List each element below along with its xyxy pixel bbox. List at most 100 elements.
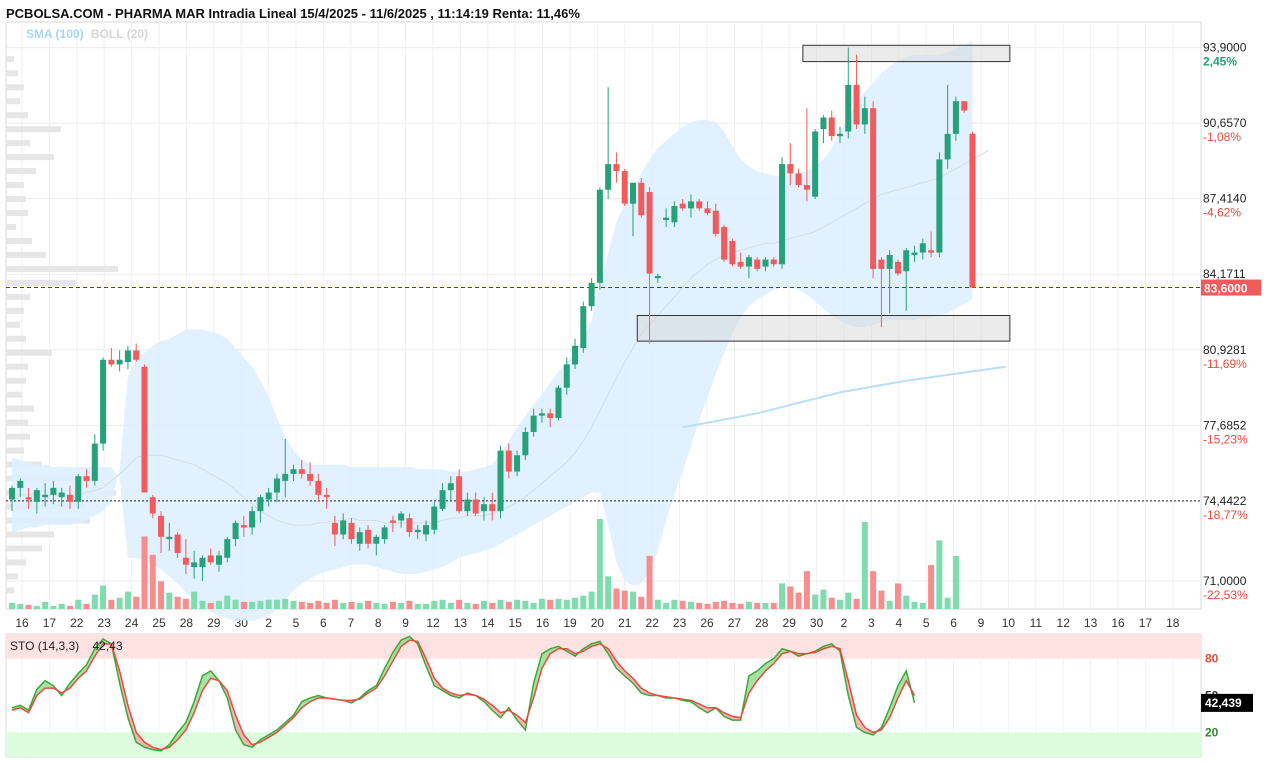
candle-body xyxy=(754,259,761,269)
volume-bar xyxy=(17,603,24,609)
volume-profile-bar xyxy=(6,447,24,454)
candle-body xyxy=(232,522,239,540)
volume-bar xyxy=(770,602,777,609)
candle-body xyxy=(456,476,463,512)
candle-body xyxy=(191,562,198,568)
volume-profile-bar xyxy=(6,70,18,77)
candle-body xyxy=(423,525,429,535)
x-tick-label: 29 xyxy=(207,616,221,630)
volume-bar xyxy=(216,600,222,609)
candle-body xyxy=(290,469,297,474)
volume-profile-bar xyxy=(6,210,28,217)
volume-bar xyxy=(273,599,280,609)
volume-bar xyxy=(406,600,413,609)
volume-profile-bar xyxy=(6,279,76,286)
volume-bar xyxy=(886,600,893,609)
volume-bar xyxy=(514,599,521,609)
candle-body xyxy=(911,252,918,255)
candle-body xyxy=(108,359,115,365)
volume-profile-bar xyxy=(6,84,24,91)
x-tick-label: 16 xyxy=(15,616,29,630)
y-tick-label: 74,4422 xyxy=(1203,494,1247,508)
volume-bar xyxy=(911,601,918,609)
candle-body xyxy=(679,203,686,209)
candle-body xyxy=(928,250,935,253)
candle-body xyxy=(340,520,347,535)
volume-bar xyxy=(522,600,529,609)
candle-body xyxy=(497,450,504,512)
candle-body xyxy=(770,259,777,265)
candle-body xyxy=(505,450,512,472)
volume-bar xyxy=(232,599,239,609)
volume-bar xyxy=(596,519,603,609)
x-tick-label: 16 xyxy=(1111,616,1125,630)
x-tick-label: 19 xyxy=(563,616,577,630)
x-tick-label: 6 xyxy=(320,616,327,630)
candle-body xyxy=(323,494,330,498)
y-tick-percent: -11,69% xyxy=(1203,357,1247,371)
candle-body xyxy=(489,504,496,512)
volume-bar xyxy=(365,600,372,609)
candle-body xyxy=(25,497,32,500)
candle-body xyxy=(42,494,49,498)
volume-bar xyxy=(50,605,57,609)
volume-bar xyxy=(116,597,123,609)
candle-body xyxy=(712,210,719,234)
volume-bar xyxy=(754,602,761,609)
volume-bar xyxy=(919,602,926,609)
volume-bar xyxy=(182,598,189,609)
candle-body xyxy=(572,345,579,365)
volume-bar xyxy=(423,603,429,609)
y-tick-percent: -22,53% xyxy=(1203,588,1248,602)
volume-bar xyxy=(605,576,612,609)
x-tick-label: 22 xyxy=(646,616,660,630)
x-tick-label: 8 xyxy=(375,616,382,630)
candle-body xyxy=(886,254,893,269)
candle-body xyxy=(837,133,843,137)
x-tick-label: 15 xyxy=(509,616,523,630)
legend-bollinger[interactable]: BOLL (20) xyxy=(91,27,148,41)
y-tick-percent: -1,08% xyxy=(1203,130,1241,144)
volume-bar xyxy=(265,599,272,609)
volume-bar xyxy=(803,571,810,609)
volume-bar xyxy=(249,601,256,609)
candle-body xyxy=(538,413,545,416)
candle-body xyxy=(257,497,264,512)
volume-bar xyxy=(944,597,951,609)
volume-bar xyxy=(447,602,454,609)
candle-body xyxy=(621,171,628,204)
volume-bar xyxy=(497,599,504,609)
volume-bar xyxy=(25,604,32,609)
candle-body xyxy=(174,534,181,554)
volume-bar xyxy=(745,601,752,609)
volume-bar xyxy=(91,594,98,609)
volume-bar xyxy=(282,598,289,609)
candle-body xyxy=(903,250,910,272)
volume-bar xyxy=(42,601,49,609)
candle-body xyxy=(969,133,976,288)
volume-bar xyxy=(630,591,636,609)
candle-body xyxy=(298,469,305,474)
candle-body xyxy=(762,259,769,267)
candle-body xyxy=(588,282,595,307)
x-tick-label: 24 xyxy=(125,616,139,630)
volume-profile-bar xyxy=(6,545,42,552)
candle-body xyxy=(124,350,131,363)
candle-body xyxy=(282,473,289,481)
volume-bar xyxy=(646,555,653,609)
candle-body xyxy=(812,131,819,197)
candle-body xyxy=(787,164,794,174)
volume-bar xyxy=(439,599,446,609)
x-tick-label: 14 xyxy=(481,616,495,630)
volume-bar xyxy=(356,602,363,609)
volume-bar xyxy=(563,599,570,609)
volume-bar xyxy=(903,595,910,609)
candle-body xyxy=(431,506,438,530)
candle-body xyxy=(555,387,562,418)
candle-body xyxy=(638,182,645,216)
candle-body xyxy=(472,499,479,514)
volume-profile-bar xyxy=(6,196,26,203)
x-tick-label: 7 xyxy=(347,616,354,630)
legend-sma[interactable]: SMA (100) xyxy=(26,27,84,41)
y-tick-percent: 2,45% xyxy=(1203,55,1237,69)
